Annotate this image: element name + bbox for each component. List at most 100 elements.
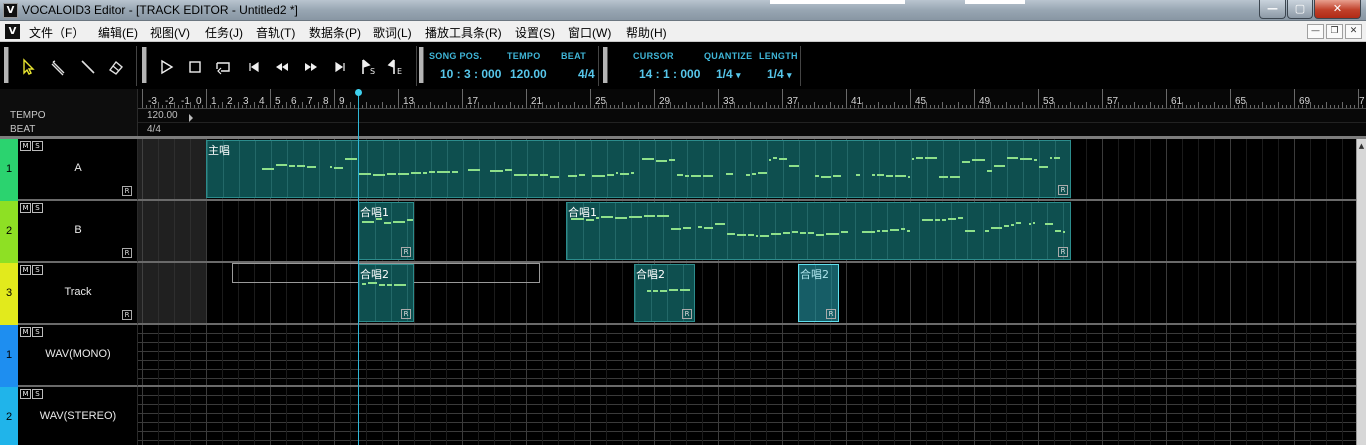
mdi-close-button[interactable]: ✕ (1345, 24, 1362, 39)
scroll-up-icon[interactable]: ▲ (1357, 142, 1366, 151)
solo-button[interactable]: S (32, 327, 43, 337)
maximize-button[interactable]: ▢ (1287, 0, 1313, 19)
quantize-select[interactable]: 1/4 ▾ (716, 67, 741, 81)
track-r-button[interactable]: R (122, 186, 132, 196)
mute-button[interactable]: M (20, 141, 31, 151)
track-header[interactable]: M S Track R (18, 263, 138, 325)
loop-icon[interactable] (212, 57, 234, 77)
start-marker-flag[interactable] (189, 114, 193, 122)
toolbar-grip[interactable] (603, 47, 608, 83)
menu-part[interactable]: 数据条(P) (309, 24, 361, 41)
track-lane[interactable]: 合唱2 R 合唱2 R 合唱2 R (138, 263, 1356, 325)
stop-icon[interactable] (184, 57, 206, 77)
track-number[interactable]: 3 (0, 263, 18, 325)
track-lane[interactable]: 合唱1 R 合唱1 R (138, 201, 1356, 263)
vertical-scrollbar[interactable]: ▲ (1356, 139, 1366, 445)
mute-button[interactable]: M (20, 389, 31, 399)
menu-file[interactable]: 文件（F） (29, 24, 84, 41)
toolbar-grip[interactable] (419, 47, 424, 83)
menu-playback[interactable]: 播放工具条(R) (425, 24, 502, 41)
tempo-value[interactable]: 120.00 (510, 67, 547, 81)
track-header[interactable]: M S A R (18, 139, 138, 201)
tempo-row-value[interactable]: 120.00 (147, 110, 178, 121)
beat-value[interactable]: 4/4 (578, 67, 595, 81)
play-icon[interactable] (156, 57, 178, 77)
part-chorus-2[interactable]: 合唱2 R (634, 264, 695, 322)
go-to-start-icon[interactable] (243, 57, 265, 77)
arrow-tool-icon[interactable] (18, 57, 40, 77)
track-r-button[interactable]: R (122, 248, 132, 258)
toolbar-grip[interactable] (4, 47, 9, 83)
minimize-button[interactable]: — (1259, 0, 1286, 19)
mute-button[interactable]: M (20, 203, 31, 213)
track-number[interactable]: 1 (0, 325, 18, 387)
mute-button[interactable]: M (20, 265, 31, 275)
track-name[interactable]: Track (18, 286, 138, 298)
start-marker-icon[interactable]: S (357, 57, 379, 77)
ruler-tick (1278, 102, 1279, 108)
beat-row[interactable]: 4/4 (138, 123, 1366, 137)
end-marker-icon[interactable]: E (385, 57, 407, 77)
part-r-button[interactable]: R (401, 247, 411, 257)
part-chorus-1[interactable]: 合唱1 R (358, 202, 414, 260)
track-r-button[interactable]: R (122, 310, 132, 320)
part-chorus-2[interactable]: 合唱2 R (358, 264, 414, 322)
eraser-tool-icon[interactable] (105, 57, 127, 77)
rewind-icon[interactable] (271, 57, 293, 77)
part-chorus-2-selected[interactable]: 合唱2 R (798, 264, 839, 322)
part-r-button[interactable]: R (401, 309, 411, 319)
measure-row[interactable]: -3 -2 -1 0 1 2 3 4 5 6 7 8 9 13 17 21 25 29 33 37 41 45 49 53 57… (138, 89, 1366, 109)
measure-number: 69 (1299, 96, 1311, 107)
ruler-tick (758, 105, 759, 108)
part-r-button[interactable]: R (1058, 185, 1068, 195)
beat-row-value[interactable]: 4/4 (147, 124, 161, 135)
note-mark (1004, 225, 1009, 227)
solo-button[interactable]: S (32, 265, 43, 275)
track-name[interactable]: B (18, 224, 138, 236)
track-name[interactable]: WAV(STEREO) (18, 410, 138, 422)
part-r-button[interactable]: R (1058, 247, 1068, 257)
track-number[interactable]: 1 (0, 139, 18, 201)
close-button[interactable]: ✕ (1314, 0, 1361, 19)
playhead-handle[interactable] (355, 89, 362, 96)
playhead[interactable] (358, 89, 359, 445)
menu-lyrics[interactable]: 歌词(L) (373, 24, 412, 41)
menu-view[interactable]: 视图(V) (150, 24, 190, 41)
track-lane[interactable] (138, 387, 1356, 445)
solo-button[interactable]: S (32, 141, 43, 151)
track-header[interactable]: M S B R (18, 201, 138, 263)
toolbar-grip[interactable] (142, 47, 147, 83)
track-name[interactable]: WAV(MONO) (18, 348, 138, 360)
mute-button[interactable]: M (20, 327, 31, 337)
pencil-tool-icon[interactable] (48, 57, 70, 77)
menu-track[interactable]: 音轨(T) (256, 24, 295, 41)
solo-button[interactable]: S (32, 389, 43, 399)
part-r-button[interactable]: R (826, 309, 836, 319)
part-r-button[interactable]: R (682, 309, 692, 319)
menu-help[interactable]: 帮助(H) (626, 24, 667, 41)
track-header[interactable]: M S WAV(STEREO) (18, 387, 138, 445)
fast-forward-icon[interactable] (300, 57, 322, 77)
length-select[interactable]: 1/4 ▾ (767, 67, 792, 81)
ruler-tick (1210, 105, 1211, 108)
tempo-row[interactable]: 120.00 (138, 109, 1366, 123)
menu-job[interactable]: 任务(J) (205, 24, 243, 41)
song-pos-value[interactable]: 10 : 3 : 000 (440, 67, 501, 81)
track-header[interactable]: M S WAV(MONO) (18, 325, 138, 387)
track-number[interactable]: 2 (0, 201, 18, 263)
mdi-restore-button[interactable]: ❐ (1326, 24, 1343, 39)
part-main-vocal[interactable]: 主唱 R (206, 140, 1071, 198)
track-number[interactable]: 2 (0, 387, 18, 445)
track-lane[interactable] (138, 325, 1356, 387)
part-chorus-1[interactable]: 合唱1 R (566, 202, 1071, 260)
line-tool-icon[interactable] (77, 57, 99, 77)
menu-window[interactable]: 窗口(W) (568, 24, 611, 41)
track-lane[interactable]: 主唱 R (138, 139, 1356, 201)
menu-settings[interactable]: 设置(S) (515, 24, 555, 41)
go-to-end-icon[interactable] (329, 57, 351, 77)
track-name[interactable]: A (18, 162, 138, 174)
mdi-minimize-button[interactable]: — (1307, 24, 1324, 39)
solo-button[interactable]: S (32, 203, 43, 213)
menu-edit[interactable]: 编辑(E) (98, 24, 138, 41)
menu-logo-icon[interactable]: V (5, 24, 20, 39)
